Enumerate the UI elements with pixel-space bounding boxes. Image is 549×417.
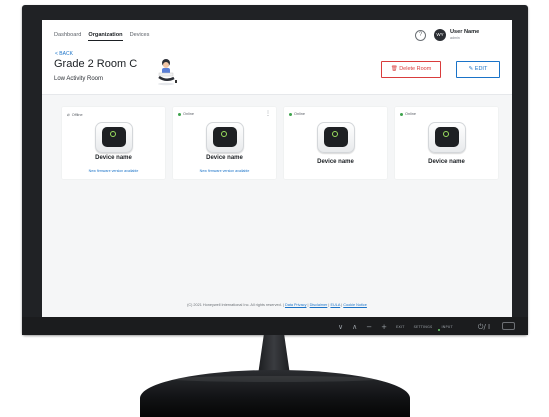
back-link[interactable]: < BACK: [55, 51, 73, 57]
settings-button[interactable]: SETTINGS: [414, 325, 433, 329]
screen: Dashboard Organization Devices ? WY User…: [42, 20, 512, 317]
firmware-update-link[interactable]: New firmware version available: [173, 169, 276, 173]
device-card[interactable]: Online ⋮ Device name New firmware versio…: [173, 107, 276, 179]
pencil-icon: ✎: [468, 66, 474, 72]
thermostat-device-icon: [206, 122, 244, 153]
status-text: Online: [405, 112, 416, 116]
cookie-notice-link[interactable]: Cookie Notice: [343, 303, 367, 307]
edit-label: EDIT: [474, 66, 488, 72]
online-dot-icon: [178, 112, 181, 116]
user-role: admin: [450, 36, 460, 40]
device-name: Device name: [317, 159, 354, 165]
device-card[interactable]: Online Device name: [284, 107, 387, 179]
plus-button[interactable]: +: [381, 323, 387, 331]
monitor-controls: ∨ ∧ − + EXIT SETTINGS INPUT ⏻/ I: [338, 322, 490, 332]
power-led-icon: [438, 329, 440, 331]
down-button[interactable]: ∨: [338, 323, 343, 331]
online-dot-icon: [400, 112, 403, 116]
device-card[interactable]: ⌀ Offline Device name New firmware versi…: [62, 107, 165, 179]
user-name[interactable]: User Name: [450, 29, 479, 35]
status-badge: Online: [178, 112, 194, 116]
minus-button[interactable]: −: [366, 323, 372, 331]
header: Dashboard Organization Devices ? WY User…: [42, 20, 512, 95]
thermostat-device-icon: [317, 122, 355, 153]
eula-link[interactable]: EULA: [330, 303, 340, 307]
reading-child-illustration-icon: [158, 59, 177, 86]
thermostat-device-icon: [95, 122, 133, 153]
device-name: Device name: [428, 159, 465, 165]
page-title: Grade 2 Room C: [54, 58, 138, 70]
copyright-text: (C) 2021 Honeywell International Inc. Al…: [187, 303, 284, 307]
tab-dashboard[interactable]: Dashboard: [54, 32, 81, 41]
tab-devices[interactable]: Devices: [130, 32, 150, 41]
status-text: Offline: [71, 113, 83, 117]
data-privacy-link[interactable]: Data Privacy: [285, 303, 307, 307]
status-badge: Online: [289, 112, 305, 116]
tab-organization[interactable]: Organization: [88, 32, 123, 41]
menu-button[interactable]: [502, 322, 515, 330]
avatar[interactable]: WY: [434, 29, 446, 41]
thermostat-device-icon: [428, 122, 466, 153]
wifi-off-icon: ⌀: [67, 112, 70, 117]
room-activity-label: Low Activity Room: [54, 76, 104, 82]
help-icon[interactable]: ?: [415, 30, 426, 41]
exit-button[interactable]: EXIT: [396, 325, 405, 329]
edit-button[interactable]: ✎ EDIT: [456, 61, 500, 78]
monitor-stand-neck: [258, 335, 290, 375]
device-name: Device name: [95, 155, 132, 161]
status-text: Online: [183, 112, 194, 116]
firmware-update-link[interactable]: New firmware version available: [62, 169, 165, 173]
up-button[interactable]: ∧: [352, 323, 357, 331]
trash-icon: 🗑: [390, 66, 398, 72]
nav-tabs: Dashboard Organization Devices: [54, 32, 149, 41]
delete-room-label: Delete Room: [399, 66, 432, 72]
status-badge: Online: [400, 112, 416, 116]
disclaimer-link[interactable]: Disclaimer: [310, 303, 328, 307]
device-grid: ⌀ Offline Device name New firmware versi…: [62, 107, 498, 179]
status-badge: ⌀ Offline: [67, 112, 83, 118]
device-card[interactable]: Online Device name: [395, 107, 498, 179]
status-text: Online: [294, 112, 305, 116]
input-button[interactable]: INPUT: [441, 325, 452, 329]
power-button[interactable]: ⏻/ I: [478, 323, 490, 332]
device-name: Device name: [206, 155, 243, 161]
more-options-icon[interactable]: ⋮: [265, 110, 271, 117]
delete-room-button[interactable]: 🗑 Delete Room: [381, 61, 441, 78]
stand-highlight: [170, 376, 380, 382]
online-dot-icon: [289, 112, 292, 116]
footer: (C) 2021 Honeywell International Inc. Al…: [187, 303, 367, 307]
